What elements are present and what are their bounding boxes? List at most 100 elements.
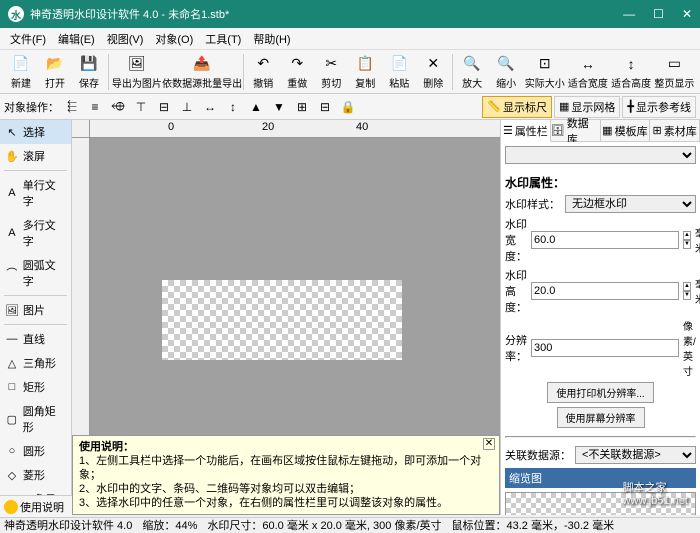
复制-icon: 📋	[355, 54, 375, 74]
help-label[interactable]: 使用说明	[20, 499, 64, 515]
toggle-显示参考线[interactable]: ╋显示参考线	[622, 96, 696, 118]
menu-item[interactable]: 编辑(E)	[52, 31, 101, 47]
window-title: 神奇透明水印设计软件 4.0 - 未命名1.stb*	[30, 6, 623, 22]
依数据源批量导出-icon: 📤	[192, 54, 212, 74]
toolbar-剪切[interactable]: ✂剪切	[314, 52, 348, 92]
app-logo: 水	[8, 6, 24, 22]
tool-图片[interactable]: 🖼图片	[0, 298, 71, 322]
圆形-icon: ○	[5, 444, 19, 458]
tab-属性栏[interactable]: ☰属性栏	[501, 120, 551, 142]
maximize-icon[interactable]: ☐	[653, 7, 664, 21]
canvas[interactable]	[162, 280, 402, 360]
tool-菱形[interactable]: ◇菱形	[0, 463, 71, 487]
screen-dpi-button[interactable]: 使用屏幕分辨率	[557, 407, 645, 428]
直线-icon: —	[5, 332, 19, 346]
toggle-显示标尺[interactable]: 📏显示标尺	[482, 96, 552, 118]
height-input[interactable]	[531, 282, 679, 300]
width-up[interactable]: ▲	[683, 231, 691, 240]
lock-icon[interactable]: 🔒	[338, 97, 358, 117]
选择-icon: ↖	[5, 125, 19, 139]
tab-数据库[interactable]: 🗄数据库	[551, 120, 601, 141]
toolbar-放大[interactable]: 🔍放大	[455, 52, 489, 92]
toolbar-新建[interactable]: 📄新建	[4, 52, 38, 92]
printer-dpi-button[interactable]: 使用打印机分辨率...	[547, 382, 653, 403]
ruler-horizontal: 0 20 40	[90, 120, 500, 138]
bulb-icon	[4, 500, 18, 514]
menu-item[interactable]: 对象(O)	[149, 31, 199, 47]
放大-icon: 🔍	[462, 54, 482, 74]
dist-v-icon[interactable]: ↕	[223, 97, 243, 117]
help-panel: ✕ 使用说明： 1、左侧工具栏中选择一个功能后，在画布区域按住鼠标左键拖动，即可…	[72, 435, 500, 515]
width-down[interactable]: ▼	[683, 240, 691, 249]
toolbar-删除[interactable]: ✕删除	[416, 52, 450, 92]
tool-圆弧文字[interactable]: ⌒圆弧文字	[0, 253, 71, 293]
tool-多行文字[interactable]: A多行文字	[0, 213, 71, 253]
单行文字-icon: A	[5, 186, 19, 200]
group-icon[interactable]: ⊞	[292, 97, 312, 117]
menu-item[interactable]: 帮助(H)	[247, 31, 296, 47]
滚屏-icon: ✋	[5, 149, 19, 163]
重做-icon: ↷	[287, 54, 307, 74]
tool-三角形[interactable]: △三角形	[0, 351, 71, 375]
height-up[interactable]: ▲	[683, 282, 691, 291]
矩形-icon: □	[5, 380, 19, 394]
minimize-icon[interactable]: —	[623, 7, 635, 21]
width-input[interactable]	[531, 231, 679, 249]
status-zoom: 缩放：44%	[142, 517, 197, 533]
toolbar-导出为图片[interactable]: 🖼导出为图片	[111, 52, 163, 92]
align-left-icon[interactable]: ⬱	[62, 97, 82, 117]
status-app: 神奇透明水印设计软件 4.0	[4, 517, 132, 533]
toolbar-整页显示[interactable]: ▭整页显示	[653, 52, 696, 92]
help-close-icon[interactable]: ✕	[483, 438, 495, 450]
toolbar-缩小[interactable]: 🔍缩小	[489, 52, 523, 92]
适合高度-icon: ↕	[621, 54, 641, 74]
status-pos: 鼠标位置：43.2 毫米，-30.2 毫米	[452, 517, 615, 533]
toolbar-适合宽度[interactable]: ↔适合宽度	[566, 52, 609, 92]
align-top-icon[interactable]: ⊤	[131, 97, 151, 117]
toolbar-适合高度[interactable]: ↕适合高度	[610, 52, 653, 92]
toolbar-依数据源批量导出[interactable]: 📤依数据源批量导出	[163, 52, 241, 92]
menu-item[interactable]: 文件(F)	[4, 31, 52, 47]
保存-icon: 💾	[79, 54, 99, 74]
close-icon[interactable]: ✕	[682, 7, 692, 21]
tool-矩形[interactable]: □矩形	[0, 375, 71, 399]
height-down[interactable]: ▼	[683, 291, 691, 300]
导出为图片-icon: 🖼	[127, 54, 147, 74]
object-selector[interactable]	[505, 146, 696, 164]
align-middle-icon[interactable]: ⊟	[154, 97, 174, 117]
撤销-icon: ↶	[253, 54, 273, 74]
toolbar-粘贴[interactable]: 📄粘贴	[382, 52, 416, 92]
align-right-icon[interactable]: ⬲	[108, 97, 128, 117]
datasource-select[interactable]: <不关联数据源>	[575, 446, 696, 464]
dist-h-icon[interactable]: ↔	[200, 97, 220, 117]
status-size: 水印尺寸：60.0 毫米 x 20.0 毫米, 300 像素/英寸	[207, 517, 441, 533]
tool-单行文字[interactable]: A单行文字	[0, 173, 71, 213]
toolbar-实际大小[interactable]: ⊡实际大小	[523, 52, 566, 92]
toolbar-保存[interactable]: 💾保存	[72, 52, 106, 92]
menu-item[interactable]: 视图(V)	[101, 31, 150, 47]
toolbar-撤销[interactable]: ↶撤销	[246, 52, 280, 92]
send-back-icon[interactable]: ▼	[269, 97, 289, 117]
tool-圆角矩形[interactable]: ▢圆角矩形	[0, 399, 71, 439]
tab-模板库[interactable]: ▦模板库	[601, 120, 651, 141]
菱形-icon: ◇	[5, 468, 19, 482]
toolbar-复制[interactable]: 📋复制	[348, 52, 382, 92]
缩小-icon: 🔍	[496, 54, 516, 74]
toolbar-打开[interactable]: 📂打开	[38, 52, 72, 92]
圆角矩形-icon: ▢	[5, 412, 19, 426]
ungroup-icon[interactable]: ⊟	[315, 97, 335, 117]
menu-item[interactable]: 工具(T)	[199, 31, 247, 47]
align-bottom-icon[interactable]: ⊥	[177, 97, 197, 117]
bring-front-icon[interactable]: ▲	[246, 97, 266, 117]
tab-素材库[interactable]: ⊞素材库	[650, 120, 700, 141]
toolbar-重做[interactable]: ↷重做	[280, 52, 314, 92]
tool-滚屏[interactable]: ✋滚屏	[0, 144, 71, 168]
align-center-icon[interactable]: ≡	[85, 97, 105, 117]
粘贴-icon: 📄	[389, 54, 409, 74]
tool-圆形[interactable]: ○圆形	[0, 439, 71, 463]
dpi-input[interactable]	[531, 339, 679, 357]
tool-直线[interactable]: —直线	[0, 327, 71, 351]
tool-选择[interactable]: ↖选择	[0, 120, 71, 144]
style-select[interactable]: 无边框水印	[565, 195, 696, 213]
适合宽度-icon: ↔	[578, 54, 598, 74]
